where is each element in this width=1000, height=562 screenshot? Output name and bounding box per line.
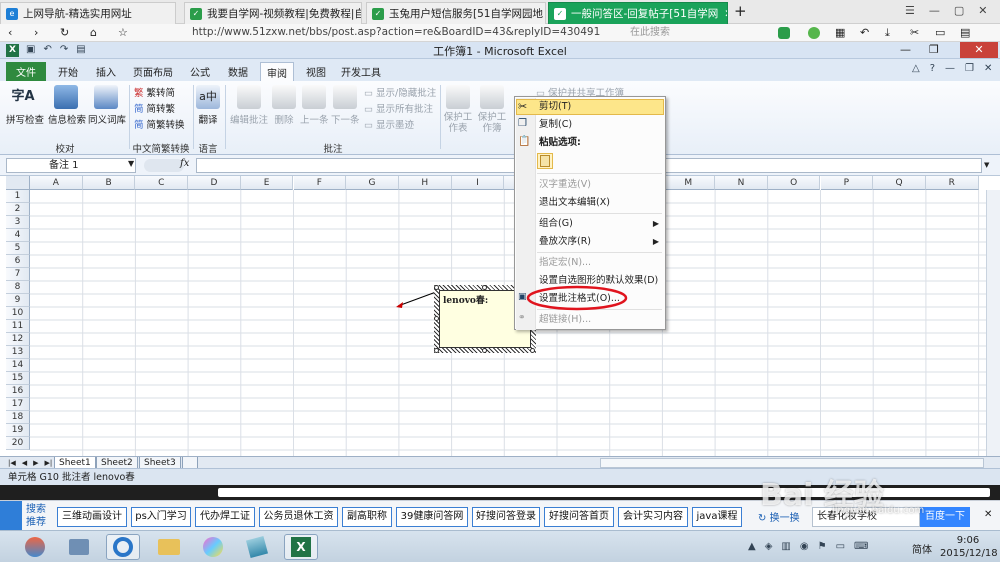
tray-up-icon[interactable]: ▲ (748, 541, 756, 552)
resize-handle[interactable] (434, 348, 439, 353)
menu-item-order[interactable]: 叠放次序(R) ▶ (539, 234, 665, 250)
tag-button[interactable]: 会计实习内容 (618, 507, 688, 527)
clipboard-icon (540, 155, 550, 167)
search-recommend-label: 搜索推荐 (26, 504, 46, 528)
tag-button[interactable]: 好搜问答首页 (544, 507, 614, 527)
shield-icon[interactable]: ◈ (765, 541, 773, 552)
menu-item-cut[interactable]: 剪切(T) (539, 99, 571, 115)
submenu-arrow-icon: ▶ (652, 219, 659, 228)
red-circle-annotation (526, 285, 628, 311)
tag-button[interactable]: 副高职称 (342, 507, 392, 527)
sheet-tab-bar: |◀ ◀ ▶ ▶| Sheet1 Sheet2 Sheet3 (0, 456, 1000, 469)
browser-app-icon[interactable] (106, 534, 140, 560)
paste-icon: 📋 (518, 136, 531, 147)
excel-app-icon[interactable]: X (284, 534, 318, 560)
comment-author: lenovo春: (443, 296, 489, 306)
status-text: 单元格 G10 批注者 lenovo春 (8, 472, 135, 483)
arrow-head (396, 302, 403, 308)
close-icon[interactable]: ✕ (984, 509, 992, 520)
menu-item-paste-options: 粘贴选项: (539, 137, 581, 148)
resize-handle[interactable] (482, 348, 487, 353)
tray-icons: ▲ ◈ ▥ ◉ ⚑ ▭ ⌨ (748, 541, 868, 552)
menu-separator (537, 213, 662, 214)
tag-button[interactable]: 公务员退休工资 (259, 507, 338, 527)
paint-icon[interactable] (196, 534, 230, 560)
taskbar: X ▲ ◈ ▥ ◉ ⚑ ▭ ⌨ 简体 9:06 2015/12/18 (0, 530, 1000, 562)
ime-indicator[interactable]: 简体 (912, 541, 932, 556)
flag-icon[interactable]: ⚑ (818, 541, 827, 552)
menu-item-hyperlink: 超链接(H)... (539, 314, 592, 325)
browser-ring (113, 537, 133, 557)
arrow-line (397, 291, 437, 307)
note-shape (245, 535, 269, 559)
scissors-icon: ✂ (518, 100, 528, 113)
menu-separator (537, 252, 662, 253)
copy-icon: ❐ (518, 118, 527, 129)
folder-shape (158, 539, 180, 555)
tag-button[interactable]: 三维动画设计 (57, 507, 127, 527)
link-icon: ⚭ (518, 313, 526, 323)
menu-item-assign-macro: 指定宏(N)... (539, 257, 592, 268)
palette-shape (203, 537, 223, 557)
highlight-ellipse (526, 285, 628, 311)
start-icon[interactable] (18, 534, 52, 560)
clock[interactable]: 9:06 2015/12/18 (940, 534, 998, 560)
item-label: 叠放次序(R) (539, 236, 592, 247)
watermark-url: jingyan.baidu.com (832, 505, 925, 516)
menu-item-reconvert: 汉字重选(V) (539, 179, 591, 190)
horizontal-scrollbar[interactable] (600, 458, 984, 468)
menu-item-exit-edit[interactable]: 退出文本编辑(X) (539, 195, 610, 211)
resize-handle[interactable] (482, 285, 487, 290)
excel-logo: X (291, 537, 311, 557)
notes-icon[interactable] (240, 534, 274, 560)
menu-item-copy[interactable]: 复制(C) (539, 117, 572, 133)
folder-icon[interactable] (152, 534, 186, 560)
paw-icon (0, 501, 22, 531)
resize-handle[interactable] (434, 316, 439, 321)
refresh-icon: ↻ (758, 513, 767, 524)
resize-handle[interactable] (434, 285, 439, 290)
tag-button[interactable]: 39健康问答网 (396, 507, 468, 527)
paste-option-button[interactable] (537, 153, 553, 169)
menu-separator (537, 173, 662, 174)
resize-handle[interactable] (530, 348, 535, 353)
network-icon[interactable]: ▥ (781, 541, 790, 552)
start-orb (25, 537, 45, 557)
baidu-search-button[interactable]: 百度一下 (920, 507, 970, 527)
battery-icon[interactable]: ▭ (836, 541, 845, 552)
submenu-arrow-icon: ▶ (652, 237, 659, 246)
clock-date: 2015/12/18 (940, 548, 998, 559)
refresh-label: 换一换 (769, 513, 800, 524)
menu-item-group[interactable]: 组合(G) ▶ (539, 216, 665, 232)
tag-button[interactable]: 代办焊工证 (195, 507, 255, 527)
tag-button[interactable]: java课程 (692, 507, 742, 527)
tag-button[interactable]: ps入门学习 (131, 507, 191, 527)
computer-icon[interactable] (62, 534, 96, 560)
keyboard-icon[interactable]: ⌨ (854, 541, 868, 552)
item-label: 组合(G) (539, 218, 573, 229)
clock-time: 9:06 (956, 535, 980, 546)
monitor-shape (69, 539, 89, 555)
volume-icon[interactable]: ◉ (800, 541, 809, 552)
tag-button[interactable]: 好搜问答登录 (472, 507, 540, 527)
